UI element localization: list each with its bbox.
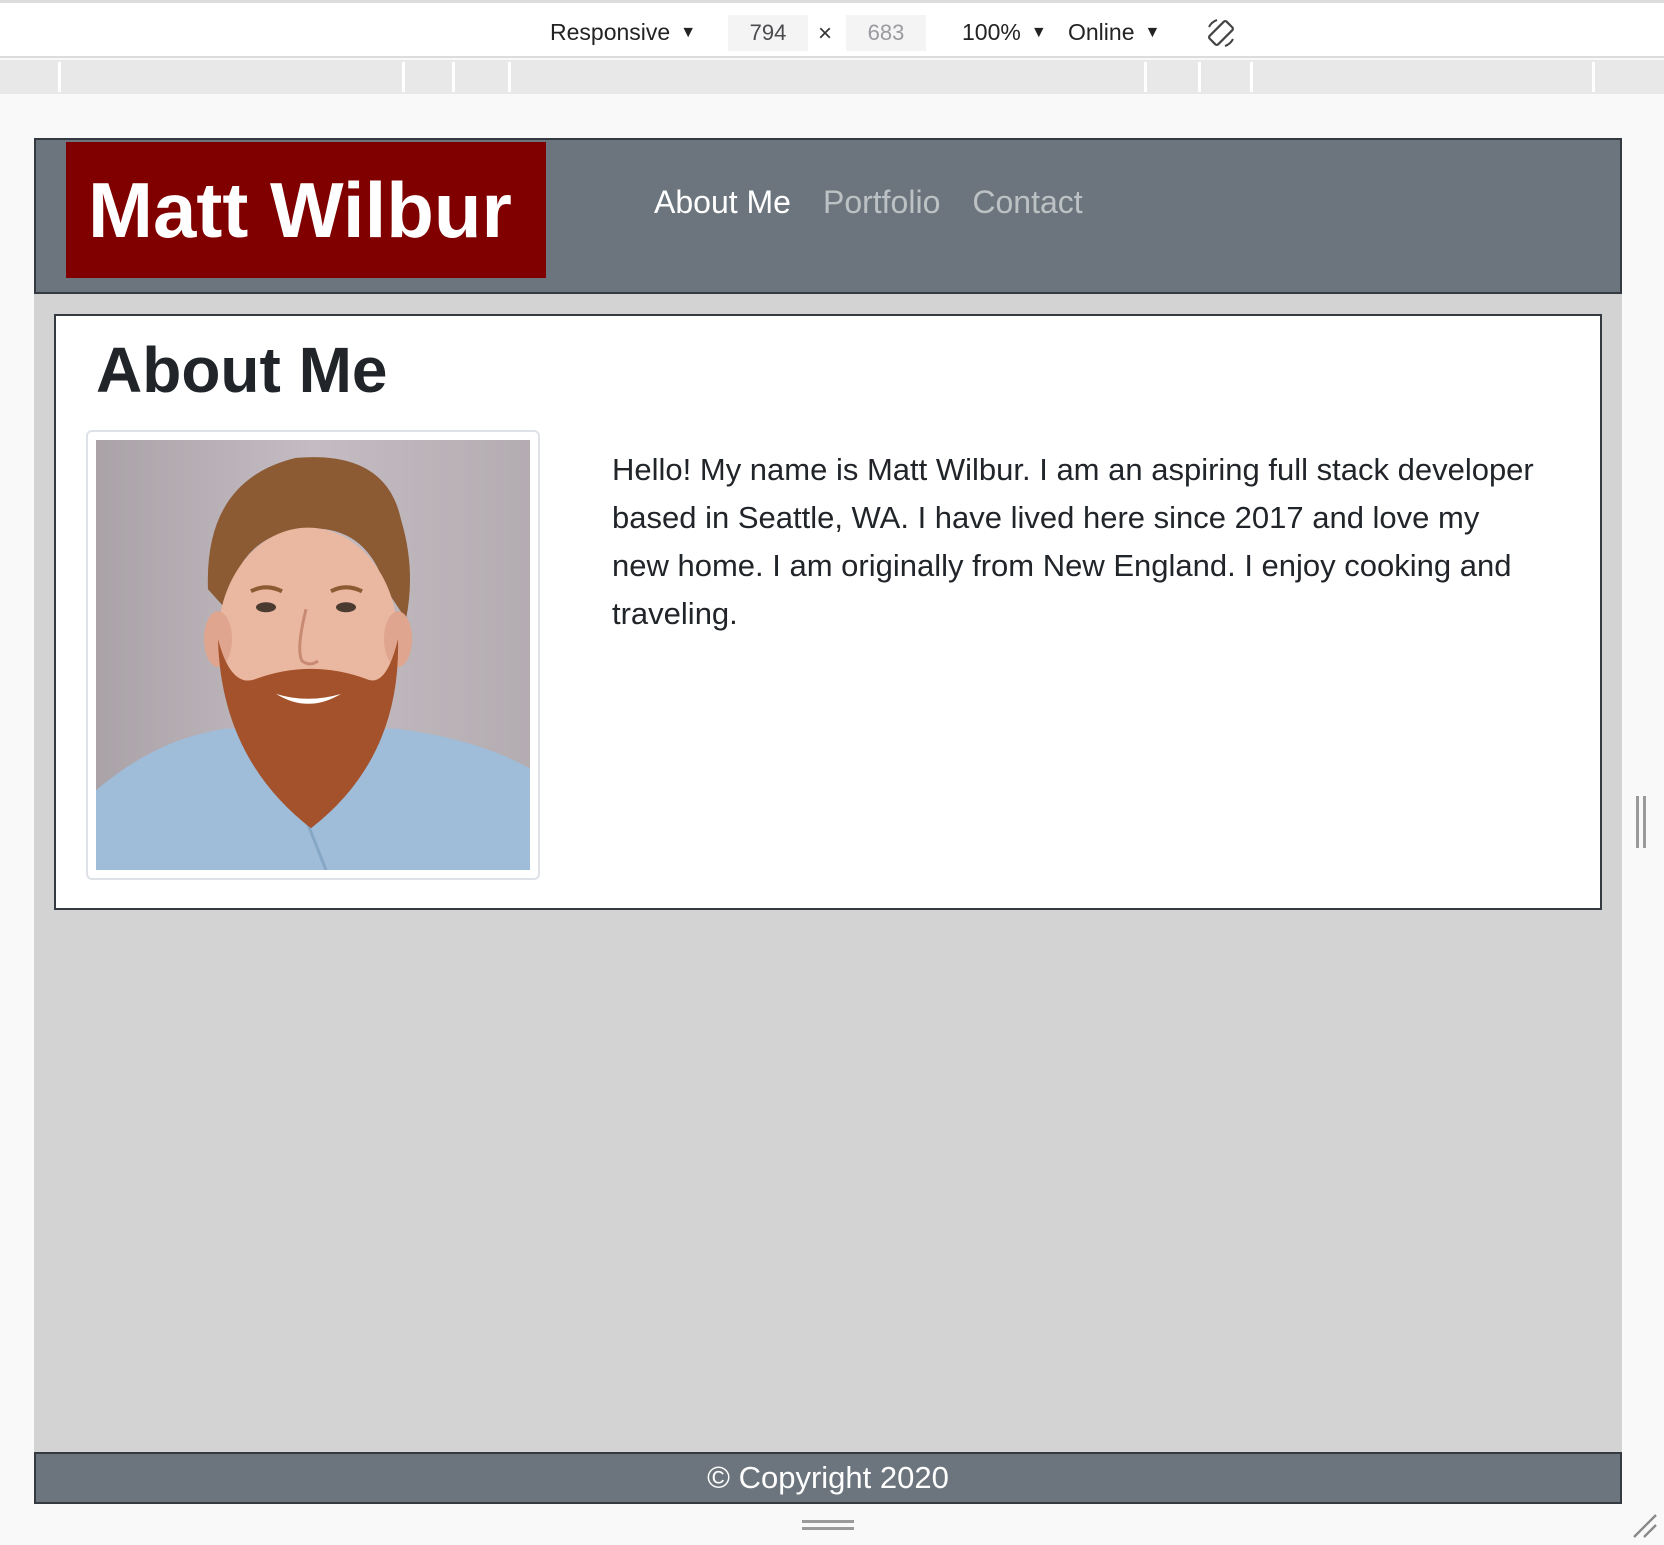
page-viewport: Matt Wilbur About Me Portfolio Contact A… [34, 138, 1622, 1504]
responsive-design-toolbar: Responsive ▼ 794 × 683 100% ▼ Online ▼ [0, 0, 1664, 58]
profile-photo-image [96, 440, 530, 870]
caret-down-icon: ▼ [680, 24, 697, 41]
nav-link-portfolio[interactable]: Portfolio [823, 178, 940, 226]
media-query-divider [452, 62, 455, 92]
device-selector[interactable]: Responsive ▼ [550, 15, 696, 49]
dimension-separator: × [818, 20, 833, 47]
rotate-viewport-icon[interactable] [1205, 17, 1237, 49]
brand-logo[interactable]: Matt Wilbur [66, 142, 546, 278]
viewport-width-input[interactable]: 794 [728, 15, 808, 51]
caret-down-icon: ▼ [1030, 24, 1047, 41]
footer: © Copyright 2020 [34, 1452, 1622, 1504]
media-query-bar [0, 60, 1664, 94]
media-query-divider [1144, 62, 1147, 92]
media-query-divider [1592, 62, 1595, 92]
viewport-resize-handle-bottom[interactable] [802, 1520, 854, 1532]
media-query-divider [1250, 62, 1253, 92]
navbar: Matt Wilbur About Me Portfolio Contact [34, 138, 1622, 294]
device-selector-label: Responsive [550, 19, 671, 45]
nav-links: About Me Portfolio Contact [654, 178, 1083, 226]
resize-corner-icon[interactable] [1630, 1511, 1658, 1539]
page-title: About Me [96, 334, 388, 406]
about-card: About Me Hello! My name is Matt Wilbur. … [54, 314, 1602, 910]
caret-down-icon: ▼ [1144, 24, 1161, 41]
profile-photo [86, 430, 540, 880]
media-query-divider [58, 62, 61, 92]
zoom-selector-label: 100% [962, 19, 1021, 45]
viewport-height-input[interactable]: 683 [846, 15, 926, 51]
nav-link-contact[interactable]: Contact [972, 178, 1082, 226]
media-query-divider [508, 62, 511, 92]
zoom-selector[interactable]: 100% ▼ [962, 15, 1047, 49]
throttling-selector[interactable]: Online ▼ [1068, 15, 1160, 49]
throttling-selector-label: Online [1068, 19, 1135, 45]
media-query-divider [402, 62, 405, 92]
viewport-resize-handle-right[interactable] [1636, 796, 1646, 848]
nav-link-about-me[interactable]: About Me [654, 178, 791, 226]
bio-text: Hello! My name is Matt Wilbur. I am an a… [612, 452, 1534, 631]
media-query-divider [1198, 62, 1201, 92]
